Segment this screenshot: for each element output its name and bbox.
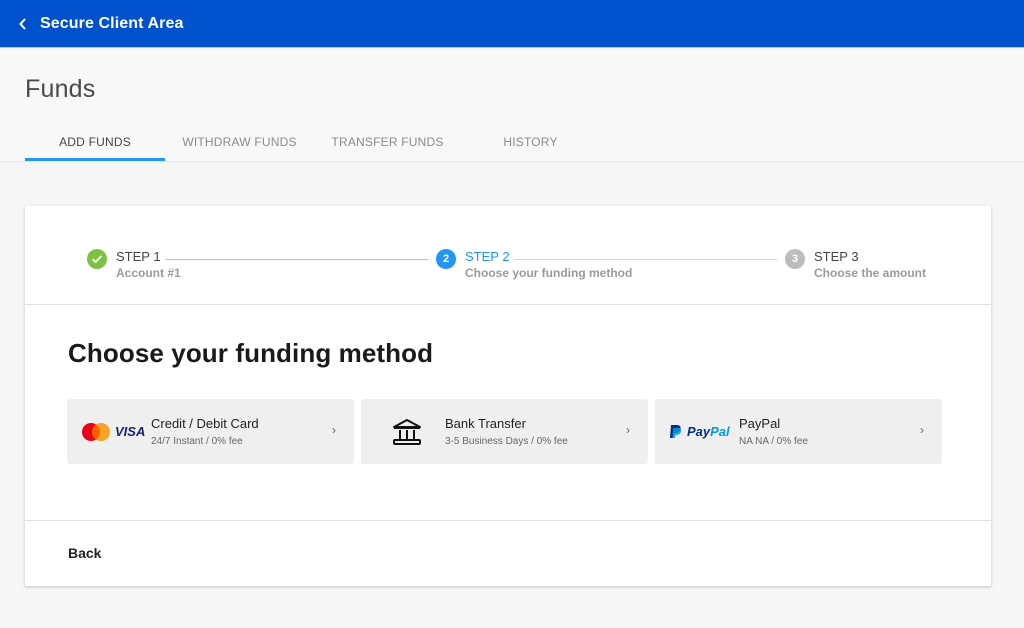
method-desc: NA NA / 0% fee	[739, 436, 808, 447]
step-2-circle: 2	[436, 249, 456, 269]
section-title: Choose your funding method	[68, 338, 434, 368]
method-desc: 24/7 Instant / 0% fee	[151, 436, 243, 447]
paypal-logo: PayPal	[669, 399, 730, 464]
method-name: Credit / Debit Card	[151, 416, 259, 431]
chevron-right-icon: ›	[626, 423, 630, 437]
step-3-circle: 3	[785, 249, 805, 269]
paypal-text-pal: Pal	[710, 424, 730, 439]
mastercard-icon	[82, 422, 110, 441]
mastercard-visa-logo: VISA	[81, 399, 145, 464]
stepper: STEP 1 Account #1 2 STEP 2 Choose your f…	[25, 206, 991, 305]
step-1-label: STEP 1	[116, 249, 161, 264]
funding-methods: VISA Credit / Debit Card 24/7 Instant / …	[67, 399, 942, 464]
method-name: PayPal	[739, 416, 781, 431]
tab-transfer-funds[interactable]: TRANSFER FUNDS	[314, 122, 461, 161]
step-3-sub: Choose the amount	[814, 266, 927, 280]
tab-bar: ADD FUNDS WITHDRAW FUNDS TRANSFER FUNDS …	[25, 122, 600, 161]
back-nav-button[interactable]	[10, 0, 36, 48]
chevron-left-icon	[19, 17, 26, 30]
step-3-label: STEP 3	[814, 249, 859, 264]
method-desc: 3-5 Business Days / 0% fee	[445, 436, 568, 447]
step-2-sub: Choose your funding method	[465, 266, 633, 280]
step-1: STEP 1 Account #1	[87, 249, 181, 281]
chevron-right-icon: ›	[920, 423, 924, 437]
step-2-label: STEP 2	[465, 249, 510, 264]
check-icon	[91, 255, 103, 264]
method-name: Bank Transfer	[445, 416, 526, 431]
card-footer: Back	[25, 520, 991, 586]
step-3: 3 STEP 3 Choose the amount	[785, 249, 926, 281]
tab-withdraw-funds[interactable]: WITHDRAW FUNDS	[165, 122, 314, 161]
step-connector-2	[514, 259, 777, 260]
method-bank-option[interactable]: Bank Transfer 3-5 Business Days / 0% fee…	[361, 399, 648, 464]
app-bar: Secure Client Area	[0, 0, 1024, 48]
tab-add-funds[interactable]: ADD FUNDS	[25, 122, 165, 161]
step-1-sub: Account #1	[116, 266, 181, 280]
paypal-text-pay: Pay	[687, 424, 711, 439]
visa-text: VISA	[115, 424, 146, 439]
method-card-option[interactable]: VISA Credit / Debit Card 24/7 Instant / …	[67, 399, 354, 464]
page-header: Funds ADD FUNDS WITHDRAW FUNDS TRANSFER …	[0, 49, 1024, 162]
chevron-right-icon: ›	[332, 423, 336, 437]
step-connector-1	[165, 259, 428, 260]
back-button[interactable]: Back	[68, 545, 101, 561]
page-title: Funds	[25, 75, 96, 103]
bank-icon	[392, 399, 422, 464]
paypal-icon	[670, 425, 682, 438]
step-1-circle	[87, 249, 107, 269]
funding-card: STEP 1 Account #1 2 STEP 2 Choose your f…	[25, 206, 991, 586]
app-title: Secure Client Area	[40, 14, 184, 32]
tab-history[interactable]: HISTORY	[461, 122, 600, 161]
method-paypal-option[interactable]: PayPal PayPal NA NA / 0% fee ›	[655, 399, 942, 464]
step-2: 2 STEP 2 Choose your funding method	[436, 249, 632, 281]
